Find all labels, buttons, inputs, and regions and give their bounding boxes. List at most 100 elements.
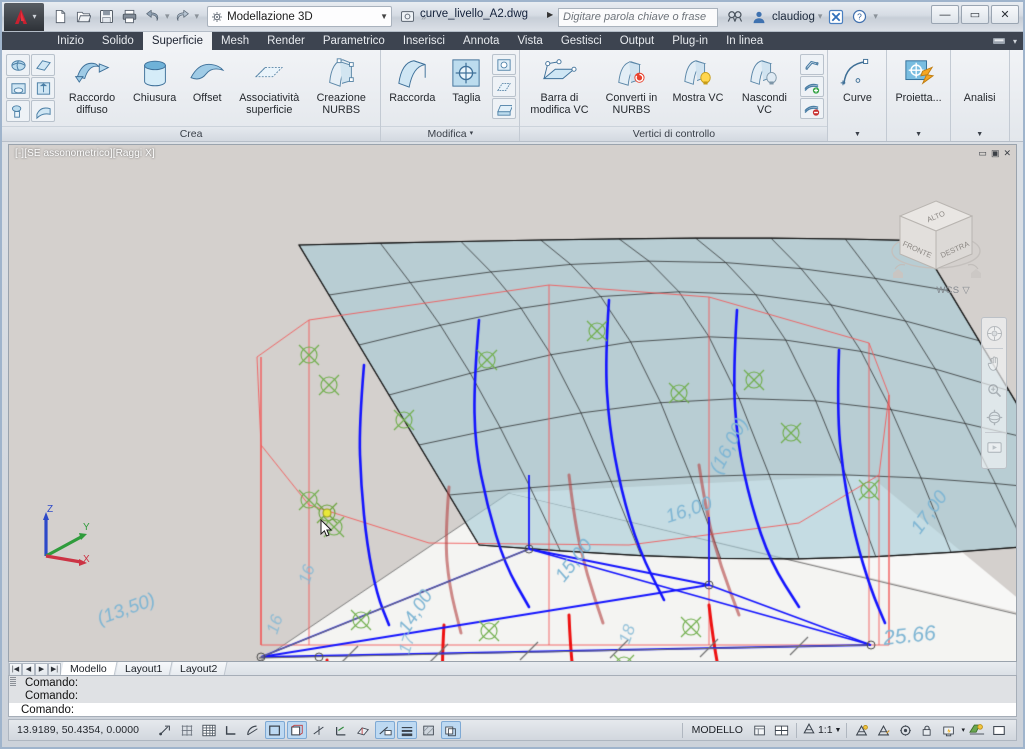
layout-tab-layout2[interactable]: Layout2	[170, 662, 229, 676]
help-icon[interactable]: ?	[849, 6, 870, 27]
ribbon-tab-parametrico[interactable]: Parametrico	[314, 32, 394, 50]
grid-display-icon[interactable]	[199, 721, 219, 739]
search-input[interactable]: Digitare parola chiave o frase	[558, 8, 718, 27]
ribbon-button-nascondi-vc[interactable]: Nascondi VC	[728, 53, 800, 118]
auto-scale-icon[interactable]	[873, 721, 893, 739]
new-file-icon[interactable]	[50, 6, 71, 27]
surface-sculpt-icon[interactable]	[492, 98, 517, 119]
cv-remove-icon[interactable]	[800, 98, 825, 119]
workspace-switch-icon[interactable]	[895, 721, 915, 739]
redo-dropdown-caret-icon[interactable]: ▾	[195, 11, 200, 22]
quick-properties-icon[interactable]	[750, 721, 770, 739]
viewport-label[interactable]: [-][SE assonometrico][Raggi X]	[15, 148, 155, 159]
plot-icon[interactable]	[119, 6, 140, 27]
panel-expand-caret-icon[interactable]: ▼	[828, 127, 886, 141]
space-toggle[interactable]: MODELLO	[686, 724, 749, 736]
ribbon-tab-mesh[interactable]: Mesh	[212, 32, 258, 50]
command-line-grip[interactable]	[10, 677, 16, 687]
ucs-selector[interactable]: WCS ▽	[936, 285, 970, 296]
chevron-down-icon[interactable]: ▼	[380, 12, 388, 21]
panel-expand-caret-icon[interactable]: ▼	[951, 127, 1009, 141]
ribbon-tab-vista[interactable]: Vista	[508, 32, 551, 50]
ribbon-tab-inizio[interactable]: Inizio	[48, 32, 93, 50]
ribbon-button-creazione-nurbs[interactable]: Creazione NURBS	[305, 53, 377, 118]
ribbon-button-raccordo-diffuso[interactable]: Raccordo diffuso	[56, 53, 128, 118]
ribbon-tab-inserisci[interactable]: Inserisci	[394, 32, 454, 50]
steering-wheel-icon[interactable]	[983, 321, 1005, 346]
help-caret-icon[interactable]: ▾	[873, 11, 878, 22]
hardware-accel-caret-icon[interactable]: ▾	[961, 726, 965, 734]
layout-nav-prev[interactable]: ◀	[22, 662, 35, 676]
search-icon[interactable]	[724, 6, 745, 27]
clean-screen-icon[interactable]	[989, 721, 1009, 739]
dynamic-ucs-icon[interactable]	[353, 721, 373, 739]
lineweight-icon[interactable]	[397, 721, 417, 739]
application-menu-button[interactable]: ▾	[4, 2, 44, 31]
annotation-scale-caret-icon[interactable]: ▼	[835, 727, 842, 734]
workspace-selector[interactable]: Modellazione 3D ▼	[207, 6, 393, 27]
user-avatar-icon[interactable]	[748, 6, 769, 27]
drawing-viewport[interactable]: [-][SE assonometrico][Raggi X] ▭ ▣ ✕ ALT…	[8, 144, 1017, 662]
ribbon-minimize-icon[interactable]	[989, 31, 1010, 52]
viewport-close-icon[interactable]: ✕	[1003, 148, 1011, 159]
snap-mode-icon[interactable]	[177, 721, 197, 739]
orbit-icon[interactable]	[983, 405, 1005, 430]
user-menu-caret-icon[interactable]: ▾	[818, 11, 823, 22]
object-snap-tracking-icon[interactable]	[309, 721, 329, 739]
user-name[interactable]: claudiog	[772, 11, 815, 23]
3d-object-snap-icon[interactable]	[287, 721, 307, 739]
ribbon-tab-plug-in[interactable]: Plug-in	[663, 32, 717, 50]
ribbon-tab-annota[interactable]: Annota	[454, 32, 508, 50]
ribbon-button-raccorda[interactable]: Raccorda	[384, 53, 440, 107]
pan-hand-icon[interactable]	[983, 351, 1005, 376]
ribbon-tab-gestisci[interactable]: Gestisci	[552, 32, 611, 50]
ribbon-tab-solido[interactable]: Solido	[93, 32, 143, 50]
annotation-scale-selector[interactable]: 1:1 ▼	[800, 722, 844, 738]
layout-tab-layout1[interactable]: Layout1	[115, 662, 173, 676]
ribbon-button-barra-di-modifica-vc[interactable]: Barra di modifica VC	[523, 53, 595, 118]
command-input[interactable]: Comando:	[9, 703, 1016, 718]
hardware-accel-icon[interactable]	[939, 721, 959, 739]
layout-nav-first[interactable]: |◀	[9, 662, 22, 676]
ribbon-tab-in-linea[interactable]: In linea	[717, 32, 772, 50]
maximize-button[interactable]: ▭	[961, 5, 989, 24]
ribbon-tab-render[interactable]: Render	[258, 32, 314, 50]
cv-add-icon[interactable]	[800, 76, 825, 97]
planar-surface-icon[interactable]	[31, 54, 55, 76]
wcs-caret-icon[interactable]: ▽	[962, 285, 970, 296]
loft-surface-icon[interactable]	[31, 77, 55, 99]
ribbon-button-offset[interactable]: Offset	[181, 53, 233, 107]
ribbon-options-caret-icon[interactable]: ▾	[1013, 37, 1017, 46]
layout-nav-next[interactable]: ▶	[35, 662, 48, 676]
undo-dropdown-caret-icon[interactable]: ▾	[165, 11, 170, 22]
ribbon-button-associativit-superficie[interactable]: Associatività superficie	[233, 53, 305, 118]
dynamic-input-icon[interactable]	[375, 721, 395, 739]
polar-tracking-icon[interactable]	[243, 721, 263, 739]
cv-rebuild-icon[interactable]	[800, 54, 825, 75]
drawing-canvas[interactable]	[9, 145, 1016, 661]
save-icon[interactable]	[96, 6, 117, 27]
viewport-maximize-icon[interactable]: ▣	[991, 148, 1000, 159]
ribbon-button-converti-in-nurbs[interactable]: Converti in NURBS	[595, 53, 667, 118]
isolate-objects-icon[interactable]	[967, 721, 987, 739]
viewport-layout-icon[interactable]	[772, 721, 792, 739]
viewport-minimize-icon[interactable]: ▭	[978, 148, 987, 159]
zoom-icon[interactable]	[983, 378, 1005, 403]
ribbon-button-chiusura[interactable]: Chiusura	[128, 53, 181, 107]
selection-cycling-icon[interactable]	[441, 721, 461, 739]
surface-untrim-icon[interactable]	[492, 54, 517, 75]
panel-expand-caret-icon[interactable]: ▼	[887, 127, 949, 141]
ribbon-tab-superficie[interactable]: Superficie	[142, 32, 212, 50]
ribbon-button-curve[interactable]: Curve	[831, 53, 883, 107]
network-surface-icon[interactable]	[6, 54, 30, 76]
close-button[interactable]: ✕	[991, 5, 1019, 24]
toolbar-lock-icon[interactable]	[917, 721, 937, 739]
ribbon-button-taglia[interactable]: Taglia	[440, 53, 492, 107]
revolve-surface-icon[interactable]	[6, 100, 30, 122]
transparency-icon[interactable]	[419, 721, 439, 739]
ribbon-button-proietta[interactable]: Proietta...	[890, 53, 946, 107]
extrude-surface-icon[interactable]	[6, 77, 30, 99]
coordinate-readout[interactable]: 13.9189, 50.4354, 0.0000	[9, 724, 154, 736]
ortho-mode-icon[interactable]	[221, 721, 241, 739]
layout-tab-modello[interactable]: Modello	[60, 662, 118, 676]
